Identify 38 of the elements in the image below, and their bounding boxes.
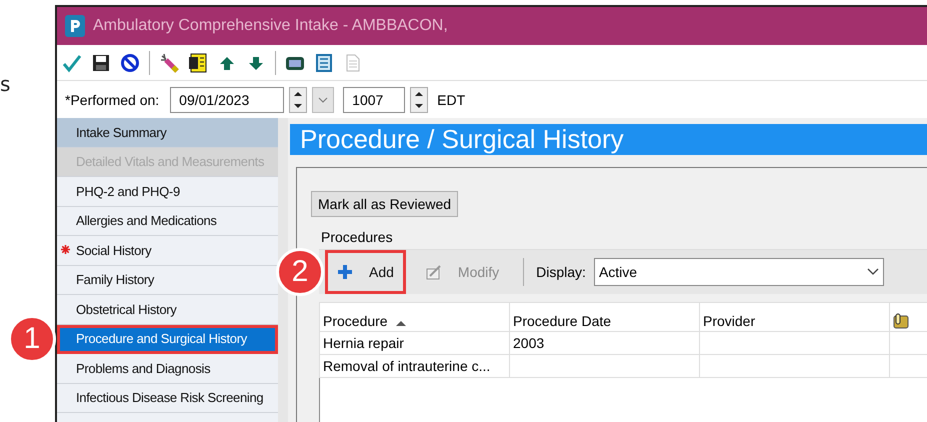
sidebar-item[interactable]: Social History bbox=[57, 236, 278, 266]
table-cell: 2003 bbox=[510, 332, 700, 354]
window-title: Ambulatory Comprehensive Intake - AMBBACON, bbox=[93, 17, 448, 35]
sidebar-item[interactable]: Problems and Diagnosis bbox=[57, 354, 278, 384]
display-label: Display: bbox=[536, 264, 586, 280]
column-header[interactable]: Procedure Date bbox=[510, 302, 700, 332]
spinner-icon[interactable] bbox=[289, 86, 308, 112]
time-field[interactable]: 1007 bbox=[343, 86, 406, 112]
sidebar-item[interactable]: Allergies and Medications bbox=[57, 206, 278, 236]
sidebar-item[interactable]: PHQ-2 and PHQ-9 bbox=[57, 177, 278, 206]
checklist-icon[interactable] bbox=[314, 52, 334, 72]
chevron-down-icon bbox=[866, 268, 879, 276]
mark-reviewed-button[interactable]: Mark all as Reviewed bbox=[311, 191, 458, 217]
table-cell: Removal of intrauterine c... bbox=[320, 354, 510, 378]
section-title: Procedure / Surgical History bbox=[290, 124, 927, 155]
wand-icon[interactable] bbox=[159, 52, 179, 72]
attachment-icon bbox=[893, 313, 909, 329]
app-logo-icon bbox=[65, 15, 85, 37]
sidebar-item[interactable]: Procedure and Surgical History bbox=[57, 324, 278, 354]
notebook-icon[interactable] bbox=[188, 52, 208, 72]
sidebar-item[interactable]: Intake Summary bbox=[57, 118, 278, 148]
checkmark-icon[interactable] bbox=[62, 52, 82, 72]
cancel-icon[interactable] bbox=[120, 52, 140, 72]
margin-text: s bbox=[0, 72, 10, 96]
date-field[interactable]: 09/01/2023 bbox=[170, 86, 284, 112]
timezone-label: EDT bbox=[437, 92, 466, 108]
performed-on-label: *Performed on: bbox=[65, 92, 160, 108]
plus-icon bbox=[337, 264, 353, 280]
group-label: Procedures bbox=[321, 229, 394, 245]
table-cell: Hernia repair bbox=[320, 332, 510, 354]
save-icon[interactable] bbox=[91, 52, 111, 72]
add-button[interactable]: Add bbox=[325, 250, 406, 294]
sidebar-item[interactable]: Infectious Disease Risk Screening bbox=[57, 384, 278, 413]
column-header[interactable]: Procedure bbox=[320, 302, 510, 332]
spinner-icon[interactable] bbox=[410, 86, 428, 112]
display-dropdown[interactable]: Active bbox=[594, 258, 884, 286]
column-header[interactable]: Provider bbox=[700, 302, 890, 332]
edit-sheet-icon bbox=[426, 264, 442, 280]
